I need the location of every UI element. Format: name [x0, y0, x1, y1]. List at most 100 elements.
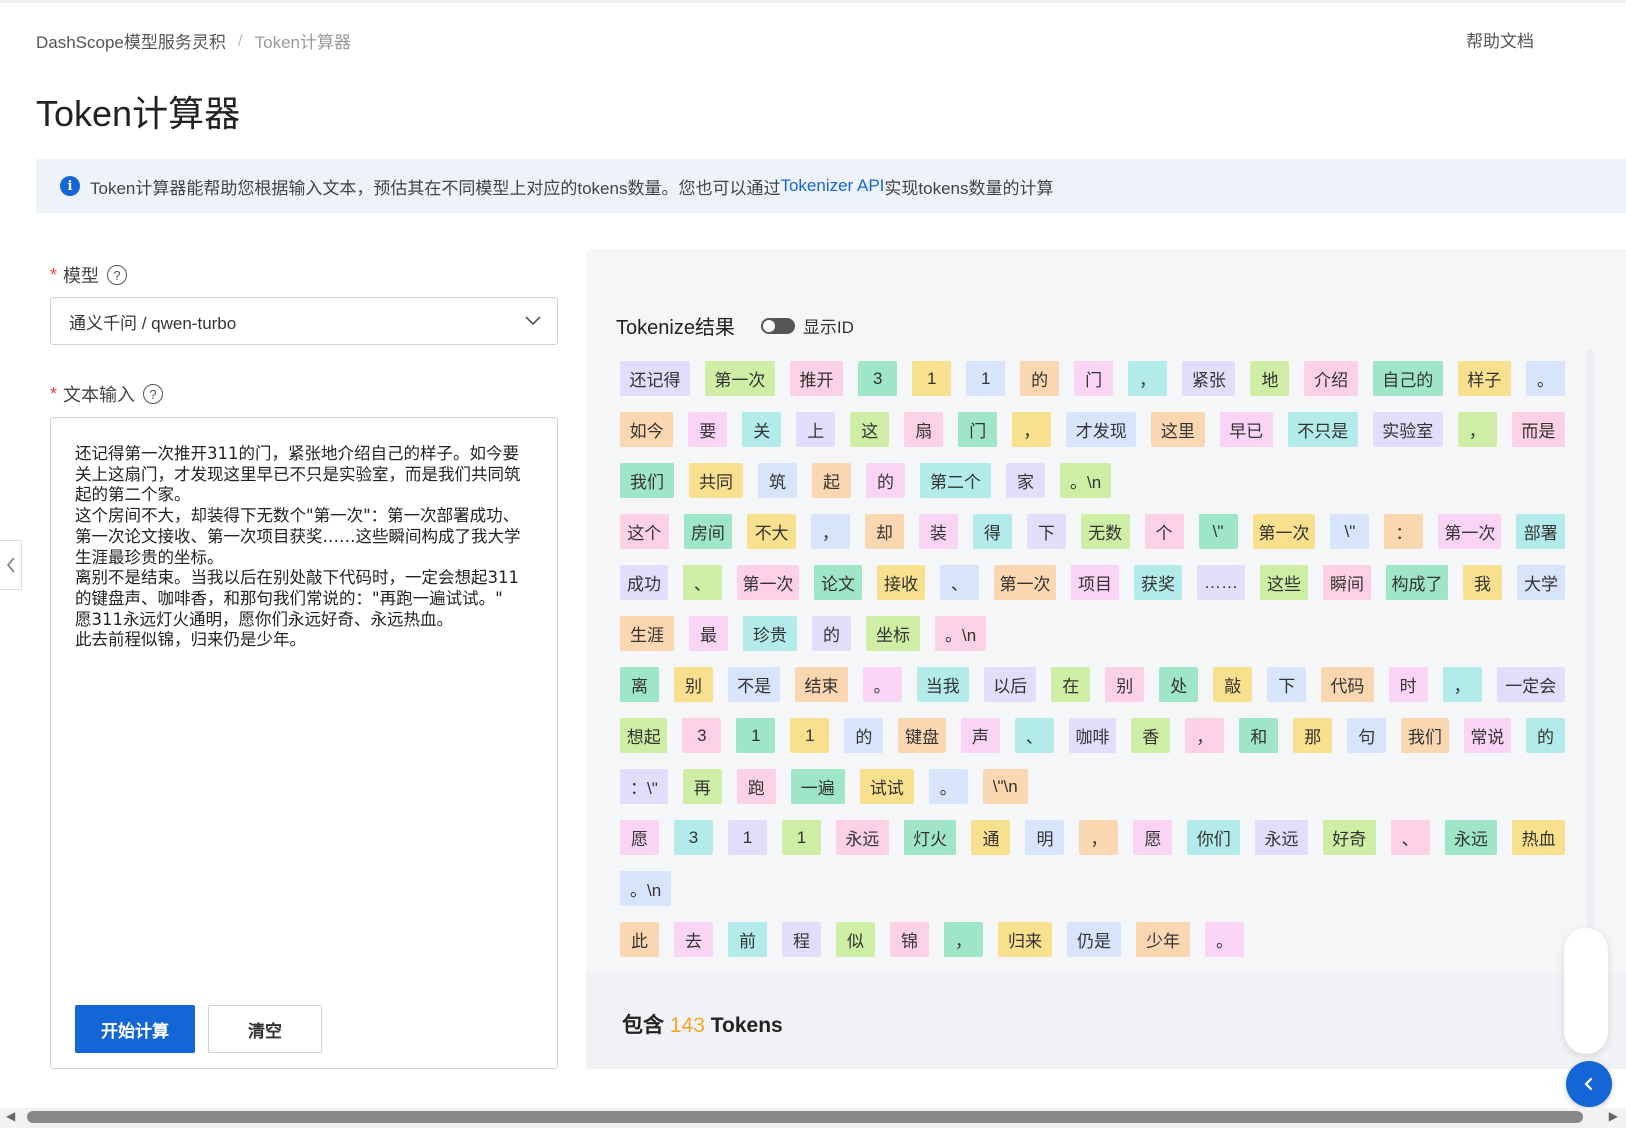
model-label: * 模型 ?: [50, 262, 128, 288]
token-chip: ，: [810, 514, 850, 549]
breadcrumb-current: Token计算器: [254, 33, 351, 52]
token-chip: 不是: [728, 667, 781, 702]
token-chip: 灯火: [903, 820, 957, 855]
token-chip: 项目: [1071, 565, 1119, 600]
help-question-icon[interactable]: ?: [107, 265, 128, 285]
token-row: 愿 3 1 1 永远 灯火通明，愿你们 永远 好奇、永远 热血: [620, 812, 1580, 863]
token-chip: 在: [1051, 667, 1091, 702]
token-chip: 的: [866, 463, 905, 498]
token-chip: 下: [1026, 514, 1066, 549]
token-chip: 、: [1390, 820, 1430, 855]
token-chip: 此: [620, 922, 659, 957]
token-chip: 去: [674, 922, 713, 957]
token-chip: 生涯: [620, 616, 674, 651]
text-input-area[interactable]: 还记得第一次推开311的门，紧张地介绍自己的样子。如今要关上这扇门，才发现这里早…: [50, 417, 558, 1069]
token-chip: 早已: [1219, 412, 1273, 447]
token-chip: 、: [940, 565, 979, 600]
token-chip: 想起: [620, 718, 668, 753]
token-chip: \": [1330, 514, 1370, 549]
token-chip: 房间: [683, 514, 733, 549]
tokenizer-api-link[interactable]: Tokenizer API: [780, 176, 884, 196]
token-chip: 而是: [1511, 412, 1565, 447]
token-chip: 常说: [1463, 718, 1512, 753]
chevron-left-icon: [1584, 1077, 1593, 1091]
horizontal-scrollbar-thumb[interactable]: [27, 1111, 1583, 1123]
token-chip: 不大: [747, 514, 796, 549]
floating-toolbar[interactable]: [1564, 928, 1608, 1054]
token-chip: ……: [1197, 565, 1245, 600]
token-chip: 时: [1388, 667, 1428, 702]
token-chip: 代码: [1321, 667, 1374, 702]
token-row: 生涯最珍贵的坐标 。\n: [620, 608, 1580, 659]
token-chip: 。: [1526, 361, 1565, 396]
token-chip: 少年: [1136, 922, 1190, 957]
token-chip: 构成了: [1386, 565, 1448, 600]
required-mark: *: [50, 383, 58, 404]
token-chip: 地: [1250, 361, 1290, 396]
token-chip: 的: [1020, 361, 1060, 396]
breadcrumb-root-link[interactable]: DashScope模型服务灵积: [36, 28, 226, 53]
token-row: 。\n: [620, 863, 1580, 914]
token-chip: \": [1198, 514, 1238, 549]
token-chip: 要: [688, 412, 728, 447]
token-chip: 第一次: [1252, 514, 1316, 549]
floating-collapse-button[interactable]: [1566, 1061, 1612, 1107]
notice-text-before: Token计算器能帮助您根据输入文本，预估其在不同模型上对应的tokens数量。…: [90, 178, 781, 198]
token-chip: ，: [1457, 412, 1497, 447]
help-docs-link[interactable]: 帮助文档: [1466, 27, 1534, 52]
token-chip: 敲: [1213, 667, 1253, 702]
token-chip: 下: [1267, 667, 1307, 702]
token-row: 这个 房间 不大，却装得下无数个 \" 第一次 \"：第一次 部署: [620, 506, 1580, 557]
token-chip: 、: [1014, 718, 1054, 753]
token-chip: 获奖: [1134, 565, 1182, 600]
token-chip: 不只是: [1287, 412, 1358, 447]
tokenize-result-panel: Tokenize结果 显示ID 还记得 第一次 推开 3 1 1 的门，紧张地介绍 自己的 样子…: [586, 249, 1626, 1069]
start-calculate-button[interactable]: 开始计算: [75, 1005, 195, 1053]
token-row: 此去前程似锦 ， 归来 仍是 少年。: [620, 914, 1580, 965]
notice-text-after: 实现tokens数量的计算: [884, 178, 1054, 198]
page-title: Token计算器: [36, 93, 241, 134]
model-select[interactable]: 通义千问 / qwen-turbo: [50, 297, 558, 345]
sidebar-collapse-handle[interactable]: [0, 540, 22, 590]
token-chip: 和: [1239, 718, 1279, 753]
token-chip: 这个: [620, 514, 669, 549]
token-chip: 坐标: [866, 616, 920, 651]
token-chip: 再: [682, 769, 722, 804]
scroll-right-arrow-icon[interactable]: ▶: [1609, 1109, 1618, 1123]
token-chip: 仍是: [1067, 922, 1121, 957]
help-question-icon[interactable]: ?: [143, 384, 164, 404]
token-chip: 共同: [689, 463, 743, 498]
token-chip: 键盘: [898, 718, 946, 753]
token-chip: 筑: [758, 463, 797, 498]
token-chip: 1: [790, 718, 830, 753]
token-chip: 如今: [620, 412, 674, 447]
token-chip: 愿: [620, 820, 659, 855]
show-id-toggle[interactable]: [760, 317, 795, 334]
token-chip: 试试: [859, 769, 914, 804]
token-chip: 第一次: [1438, 514, 1502, 549]
token-chip: 家: [1006, 463, 1045, 498]
token-chip: 我们: [620, 463, 674, 498]
token-chip: 大学: [1517, 565, 1565, 600]
model-label-text: 模型: [63, 266, 100, 286]
token-count: 包含 143 Tokens: [622, 1009, 783, 1039]
token-chip: 1: [728, 820, 767, 855]
token-chip: 。: [1205, 922, 1244, 957]
token-chip: 瞬间: [1323, 565, 1371, 600]
scroll-left-arrow-icon[interactable]: ◀: [6, 1109, 15, 1123]
token-chip: 声: [960, 718, 1000, 753]
chevron-left-icon: [6, 557, 15, 573]
token-chip: 别: [674, 667, 713, 702]
model-select-value: 通义千问 / qwen-turbo: [69, 313, 237, 333]
text-input-label-text: 文本输入: [63, 385, 136, 405]
token-chip: 无数: [1080, 514, 1130, 549]
token-count-prefix: 包含: [622, 1014, 664, 1037]
token-chip: 论文: [814, 565, 862, 600]
token-chip: ，: [1012, 412, 1052, 447]
clear-button[interactable]: 清空: [208, 1005, 322, 1053]
token-chip: 第一次: [994, 565, 1056, 600]
token-chip: 却: [864, 514, 904, 549]
token-chip: ，: [1079, 820, 1119, 855]
token-chip: 。: [862, 667, 902, 702]
token-list-scrollbar[interactable]: [1586, 349, 1594, 969]
